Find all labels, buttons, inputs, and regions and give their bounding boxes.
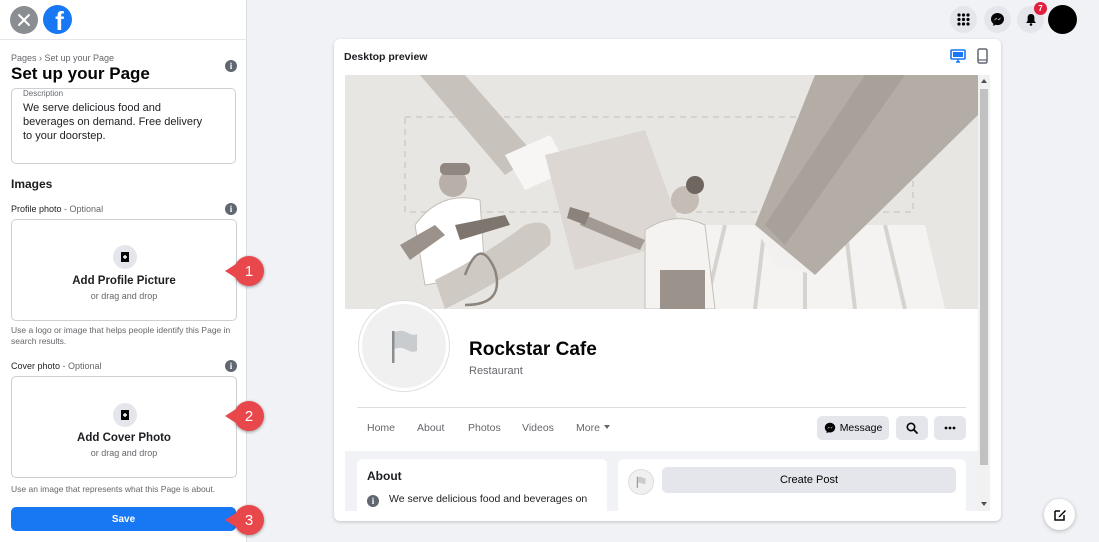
page-preview-frame: Rockstar Cafe Restaurant Home About Phot… bbox=[345, 75, 990, 511]
desktop-icon[interactable] bbox=[950, 49, 966, 63]
add-profile-picture-dropzone[interactable]: Add Profile Picture or drag and drop bbox=[11, 219, 237, 321]
menu-grid-icon bbox=[957, 13, 970, 26]
search-icon bbox=[906, 422, 918, 434]
scroll-thumb[interactable] bbox=[980, 89, 988, 465]
add-profile-picture-label: Add Profile Picture bbox=[72, 275, 176, 287]
page-title: Set up your Page bbox=[11, 64, 150, 83]
close-icon bbox=[18, 14, 30, 26]
setup-sidebar: f Pages › Set up your Page Set up your P… bbox=[0, 0, 247, 542]
tab-photos[interactable]: Photos bbox=[468, 422, 501, 434]
flag-icon bbox=[636, 476, 646, 488]
messenger-icon bbox=[991, 13, 1004, 26]
create-post-button[interactable]: Create Post bbox=[662, 467, 956, 493]
cover-photo-label: Cover photo - Optional bbox=[11, 361, 102, 371]
profile-picture-placeholder bbox=[359, 301, 449, 391]
preview-card: Desktop preview Rockstar Cafe Restaurant… bbox=[334, 39, 1001, 521]
more-dots-icon bbox=[944, 426, 956, 430]
drag-drop-hint: or drag and drop bbox=[90, 291, 158, 301]
description-field[interactable]: Description We serve delicious food and … bbox=[11, 88, 236, 164]
messenger-button[interactable] bbox=[984, 6, 1011, 33]
cover-photo-info-icon[interactable]: i bbox=[225, 360, 237, 372]
close-button[interactable] bbox=[10, 6, 38, 34]
about-card: About i We serve delicious food and beve… bbox=[357, 459, 607, 511]
scroll-down-arrow-icon[interactable] bbox=[981, 502, 987, 506]
search-button[interactable] bbox=[896, 416, 928, 440]
description-label: Description bbox=[23, 89, 64, 98]
about-title: About bbox=[367, 469, 402, 483]
facebook-logo[interactable]: f bbox=[43, 5, 72, 34]
add-cover-photo-label: Add Cover Photo bbox=[77, 432, 171, 444]
tab-home[interactable]: Home bbox=[367, 422, 395, 434]
messenger-icon bbox=[824, 422, 835, 434]
mobile-icon[interactable] bbox=[977, 48, 988, 64]
breadcrumb[interactable]: Pages › Set up your Page bbox=[11, 53, 114, 63]
callout-step-3: 3 bbox=[225, 505, 264, 535]
add-photo-icon bbox=[113, 245, 137, 269]
flag-icon bbox=[392, 330, 417, 363]
add-cover-photo-dropzone[interactable]: Add Cover Photo or drag and drop bbox=[11, 376, 237, 478]
divider bbox=[357, 407, 966, 408]
tab-videos[interactable]: Videos bbox=[522, 422, 554, 434]
bell-icon bbox=[1025, 14, 1036, 26]
caret-down-icon bbox=[603, 425, 610, 429]
cover-illustration bbox=[345, 75, 978, 309]
preview-scrollbar[interactable] bbox=[978, 75, 990, 511]
about-text: We serve delicious food and beverages on bbox=[389, 493, 588, 505]
info-icon[interactable]: i bbox=[225, 60, 237, 72]
page-header-panel: Rockstar Cafe Restaurant Home About Phot… bbox=[345, 301, 978, 451]
menu-button[interactable] bbox=[950, 6, 977, 33]
page-category: Restaurant bbox=[469, 365, 523, 377]
images-heading: Images bbox=[11, 177, 53, 191]
more-options-button[interactable] bbox=[934, 416, 966, 440]
message-label: Message bbox=[839, 422, 883, 434]
compose-button[interactable] bbox=[1044, 499, 1075, 530]
account-avatar[interactable] bbox=[1048, 5, 1077, 34]
tab-about[interactable]: About bbox=[417, 422, 444, 434]
cover-photo-help: Use an image that represents what this P… bbox=[11, 484, 216, 494]
callout-step-2: 2 bbox=[225, 401, 264, 431]
notification-badge: 7 bbox=[1034, 2, 1047, 15]
callout-step-1: 1 bbox=[225, 256, 264, 286]
description-value[interactable]: We serve delicious food and beverages on… bbox=[23, 101, 213, 143]
profile-photo-help: Use a logo or image that helps people id… bbox=[11, 325, 231, 346]
preview-title: Desktop preview bbox=[344, 51, 428, 63]
create-post-card: Create Post bbox=[618, 459, 966, 511]
tab-more[interactable]: More bbox=[576, 422, 610, 434]
profile-photo-label: Profile photo - Optional bbox=[11, 204, 104, 214]
save-button[interactable]: Save bbox=[11, 507, 236, 531]
add-photo-icon bbox=[113, 403, 137, 427]
compose-icon bbox=[1053, 509, 1066, 521]
page-name: Rockstar Cafe bbox=[469, 339, 597, 360]
about-info-icon: i bbox=[367, 495, 379, 507]
scroll-up-arrow-icon[interactable] bbox=[981, 79, 987, 83]
page-avatar bbox=[628, 469, 654, 495]
drag-drop-hint: or drag and drop bbox=[90, 448, 158, 458]
sidebar-top-bar: f bbox=[0, 0, 247, 40]
message-button[interactable]: Message bbox=[817, 416, 889, 440]
profile-photo-info-icon[interactable]: i bbox=[225, 203, 237, 215]
